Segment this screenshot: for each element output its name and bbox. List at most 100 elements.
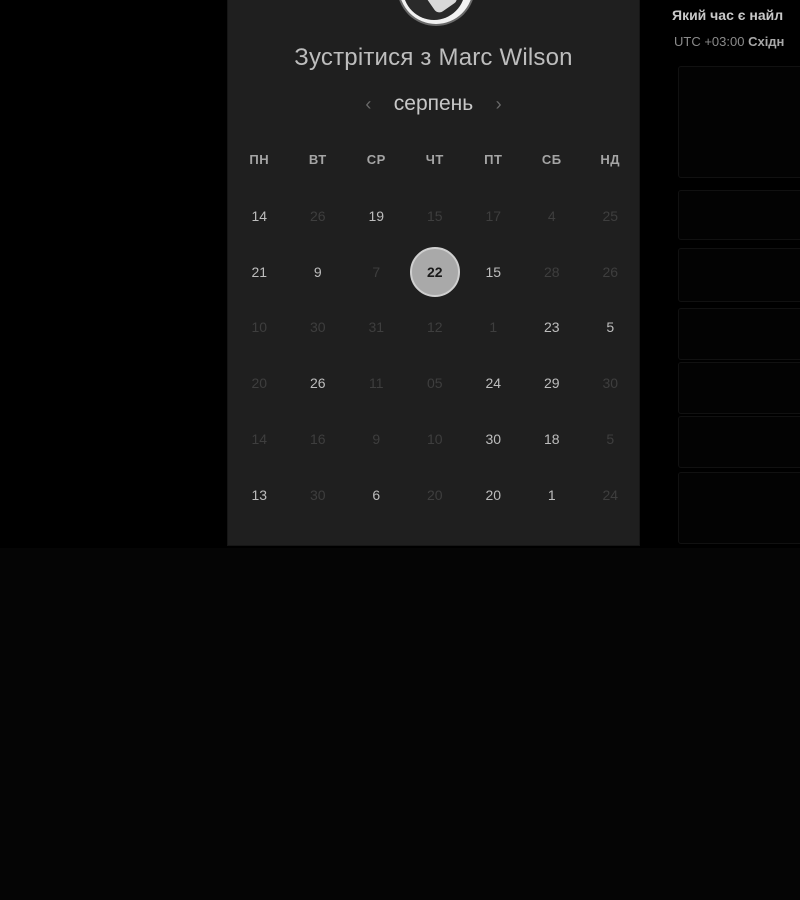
time-slot[interactable] bbox=[678, 66, 800, 178]
calendar-day-label: 4 bbox=[547, 207, 556, 224]
calendar-day[interactable]: 18 bbox=[523, 411, 582, 467]
calendar-day: 5 bbox=[581, 411, 640, 467]
month-label: серпень bbox=[393, 92, 474, 115]
time-slot[interactable] bbox=[678, 308, 800, 360]
calendar-day-label: 16 bbox=[309, 431, 326, 448]
time-slot[interactable] bbox=[678, 362, 800, 414]
calendar-day[interactable]: 6 bbox=[347, 467, 406, 523]
calendar-day-label: 1 bbox=[547, 486, 556, 503]
calendar-day-label: 21 bbox=[251, 263, 268, 280]
calendar-day: 20 bbox=[230, 355, 289, 411]
calendar-day-label: 25 bbox=[602, 207, 619, 224]
calendar-day-label: 12 bbox=[426, 319, 443, 336]
calendar-day: 10 bbox=[230, 300, 289, 356]
calendar-day: 30 bbox=[581, 355, 640, 411]
calendar-day: 26 bbox=[581, 244, 640, 300]
calendar-day: 15 bbox=[406, 188, 465, 244]
calendar-day-label: 23 bbox=[543, 319, 560, 336]
calendar-day-label: 26 bbox=[309, 375, 326, 392]
calendar-day-label: 30 bbox=[309, 486, 326, 503]
time-question: Який час є найл bbox=[672, 7, 784, 23]
calendar-day: 20 bbox=[406, 467, 465, 523]
time-slot[interactable] bbox=[678, 472, 800, 544]
calendar-day[interactable]: 24 bbox=[464, 355, 523, 411]
calendar-day[interactable]: 5 bbox=[581, 300, 640, 356]
calendar-day: 14 bbox=[230, 411, 289, 467]
calendar-day-label: 9 bbox=[372, 431, 381, 448]
calendar-day[interactable]: 19 bbox=[347, 188, 406, 244]
avatar-detail bbox=[420, 0, 460, 15]
calendar-grid: 14 26 19 15 17 4 25 21 9 7 22 15 28 26 10 30 31 12 1 23 5 20 2… bbox=[230, 188, 640, 523]
calendar-day: 11 bbox=[347, 355, 406, 411]
calendar-day[interactable]: 30 bbox=[464, 411, 523, 467]
calendar-day-label: 18 bbox=[543, 431, 560, 448]
calendar-day-label: 05 bbox=[426, 375, 443, 392]
calendar-day-label: 5 bbox=[606, 431, 615, 448]
calendar-day[interactable]: 13 bbox=[230, 467, 289, 523]
weekday-sat: СБ bbox=[541, 152, 562, 167]
calendar-day-label: 9 bbox=[313, 263, 322, 280]
calendar-day[interactable]: 23 bbox=[523, 300, 582, 356]
time-slot[interactable] bbox=[678, 190, 800, 240]
weekday-mon: ПН bbox=[249, 152, 270, 167]
calendar-day-label: 11 bbox=[368, 375, 384, 392]
calendar-day: 26 bbox=[289, 188, 348, 244]
calendar-day: 17 bbox=[464, 188, 523, 244]
calendar-day-selected[interactable]: 22 bbox=[406, 244, 465, 300]
calendar-day-label: 7 bbox=[372, 263, 381, 280]
calendar-day: 9 bbox=[347, 411, 406, 467]
calendar-day-label: 10 bbox=[251, 319, 268, 336]
calendar-day: 05 bbox=[406, 355, 465, 411]
calendar-day[interactable]: 21 bbox=[230, 244, 289, 300]
meeting-title: Зустрітися з Marc Wilson bbox=[294, 44, 573, 71]
calendar-day-label: 24 bbox=[485, 375, 502, 392]
next-month-icon[interactable]: › bbox=[496, 94, 502, 115]
calendar-day: 16 bbox=[289, 411, 348, 467]
calendar-day: 28 bbox=[523, 244, 582, 300]
calendar-day: 30 bbox=[289, 300, 348, 356]
calendar-day-label: 24 bbox=[602, 486, 619, 503]
calendar-day-label: 14 bbox=[251, 431, 268, 448]
calendar-day-label: 26 bbox=[309, 207, 326, 224]
calendar-day-label: 30 bbox=[485, 431, 502, 448]
calendar-day[interactable]: 26 bbox=[289, 355, 348, 411]
calendar-day: 4 bbox=[523, 188, 582, 244]
timezone-offset: UTC +03:00 bbox=[674, 34, 745, 49]
calendar-day[interactable]: 20 bbox=[464, 467, 523, 523]
calendar-day-label: 15 bbox=[426, 207, 443, 224]
calendar-day: 10 bbox=[406, 411, 465, 467]
timezone-name: Східн bbox=[748, 34, 785, 49]
calendar-day-label: 1 bbox=[489, 319, 498, 336]
calendar-day-label: 20 bbox=[485, 486, 502, 503]
weekday-wed: СР bbox=[366, 152, 386, 167]
calendar-day[interactable]: 9 bbox=[289, 244, 348, 300]
month-navigation: ‹ серпень › bbox=[228, 92, 639, 120]
calendar-day-label: 29 bbox=[543, 375, 560, 392]
calendar-day-label: 22 bbox=[409, 246, 460, 297]
calendar-day-label: 30 bbox=[602, 375, 619, 392]
calendar-day-label: 17 bbox=[485, 207, 502, 224]
calendar-day: 25 bbox=[581, 188, 640, 244]
weekday-fri: ПТ bbox=[484, 152, 503, 167]
weekday-tue: ВТ bbox=[308, 152, 327, 167]
calendar-day-label: 28 bbox=[543, 263, 560, 280]
calendar-day-label: 14 bbox=[251, 207, 268, 224]
calendar-day-label: 5 bbox=[606, 319, 615, 336]
calendar-day: 30 bbox=[289, 467, 348, 523]
calendar-day: 24 bbox=[581, 467, 640, 523]
time-slot[interactable] bbox=[678, 248, 800, 302]
calendar-day[interactable]: 14 bbox=[230, 188, 289, 244]
calendar-day[interactable]: 29 bbox=[523, 355, 582, 411]
calendar-day[interactable]: 1 bbox=[523, 467, 582, 523]
calendar-day[interactable]: 15 bbox=[464, 244, 523, 300]
calendar-day-label: 19 bbox=[368, 207, 385, 224]
calendar-day: 1 bbox=[464, 300, 523, 356]
timezone-selector[interactable]: UTC +03:00 Східн bbox=[674, 34, 784, 49]
calendar-day-label: 10 bbox=[426, 431, 443, 448]
prev-month-icon[interactable]: ‹ bbox=[365, 94, 371, 115]
calendar-day-label: 13 bbox=[251, 486, 268, 503]
time-slot[interactable] bbox=[678, 416, 800, 468]
calendar-day: 12 bbox=[406, 300, 465, 356]
time-picker-column: Який час є найл UTC +03:00 Східн bbox=[672, 0, 800, 548]
weekday-thu: ЧТ bbox=[425, 152, 444, 167]
